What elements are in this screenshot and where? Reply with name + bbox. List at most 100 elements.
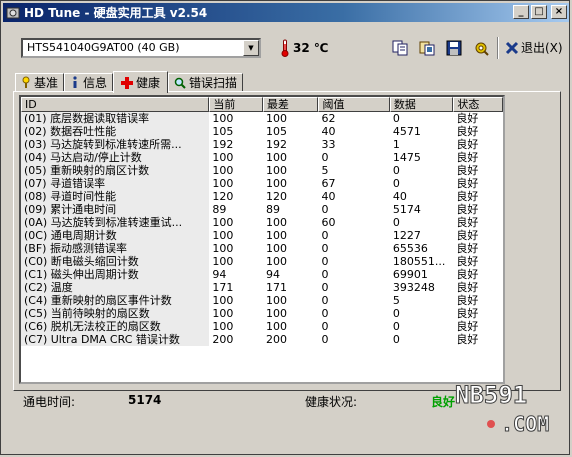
- table-row[interactable]: (07) 寻道错误率 100 100 67 0 良好: [21, 177, 503, 190]
- table-row[interactable]: (09) 累计通电时间 89 89 0 5174 良好: [21, 203, 503, 216]
- health-value: 良好: [431, 395, 456, 409]
- column-header-worst[interactable]: 最差: [262, 97, 319, 112]
- tab-error-scan[interactable]: 错误扫描: [168, 73, 244, 92]
- table-row[interactable]: (04) 马达启动/停止计数 100 100 0 1475 良好: [21, 151, 503, 164]
- cell-current: 100: [212, 229, 234, 242]
- cell-status: 良好: [456, 177, 479, 190]
- table-row[interactable]: (C2) 温度 171 171 0 393248 良好: [21, 281, 503, 294]
- cell-current: 94: [212, 268, 227, 281]
- table-row[interactable]: (C7) Ultra DMA CRC 错误计数 200 200 0 0 良好: [21, 333, 503, 346]
- tab-error-scan-label: 错误扫描: [189, 76, 238, 90]
- cell-worst: 100: [265, 307, 287, 320]
- table-row[interactable]: (05) 重新映射的扇区计数 100 100 5 0 良好: [21, 164, 503, 177]
- exit-label: 退出(X): [521, 41, 563, 55]
- smart-attributes-table[interactable]: ID 当前 最差 阈值 数据 状态 (01) 底层数据读取错误率 100 100 62…: [19, 95, 505, 384]
- info-icon: [73, 76, 77, 88]
- cell-worst: 105: [265, 125, 287, 138]
- cell-worst: 100: [265, 216, 287, 229]
- cell-current: 100: [212, 112, 234, 125]
- chevron-down-icon[interactable]: ▼: [243, 40, 259, 56]
- cell-status: 良好: [456, 125, 479, 138]
- title-bar[interactable]: HD Tune - 硬盘实用工具 v2.54 _ □ ×: [3, 3, 569, 22]
- options-icon[interactable]: [472, 39, 490, 57]
- table-row[interactable]: (0A) 马达旋转到标准转速重试... 100 100 60 0 良好: [21, 216, 503, 229]
- cell-worst: 100: [265, 229, 287, 242]
- cell-current: 100: [212, 255, 234, 268]
- cell-worst: 100: [265, 255, 287, 268]
- minimize-button[interactable]: _: [513, 5, 529, 19]
- hdtune-app-icon: [6, 7, 20, 18]
- watermark-line2: .COM: [501, 412, 549, 436]
- tab-info[interactable]: 信息: [64, 73, 114, 92]
- cell-status: 良好: [456, 203, 479, 216]
- cell-threshold: 0: [321, 255, 329, 268]
- copy-screenshot-icon[interactable]: [418, 39, 436, 57]
- tab-health-label: 健康: [136, 76, 161, 90]
- cell-threshold: 60: [321, 216, 336, 229]
- cell-threshold: 62: [321, 112, 336, 125]
- table-row[interactable]: (01) 底层数据读取错误率 100 100 62 0 良好: [21, 112, 503, 125]
- cell-threshold: 5: [321, 164, 329, 177]
- table-row[interactable]: (BF) 振动感测错误率 100 100 0 65536 良好: [21, 242, 503, 255]
- table-row[interactable]: (C0) 断电磁头缩回计数 100 100 0 180551... 良好: [21, 255, 503, 268]
- temperature-value: 32 ℃: [293, 41, 329, 55]
- watermark-dot: [487, 420, 495, 428]
- column-header-current[interactable]: 当前: [209, 97, 263, 112]
- cell-id: (02) 数据吞吐性能: [21, 125, 210, 138]
- cell-threshold: 0: [321, 268, 329, 281]
- cell-worst: 100: [265, 242, 287, 255]
- cell-current: 100: [212, 307, 234, 320]
- app-window: HD Tune - 硬盘实用工具 v2.54 _ □ × HTS541040G9…: [0, 0, 570, 455]
- cell-id: (07) 寻道错误率: [21, 177, 210, 190]
- cell-status: 良好: [456, 216, 479, 229]
- cell-data: 5: [392, 294, 400, 307]
- temperature-display: 32 ℃: [281, 39, 328, 57]
- cell-worst: 100: [265, 151, 287, 164]
- exit-button[interactable]: 退出(X): [505, 39, 563, 56]
- close-button[interactable]: ×: [551, 5, 567, 19]
- cell-id: (01) 底层数据读取错误率: [21, 112, 210, 125]
- column-header-status[interactable]: 状态: [453, 97, 503, 112]
- maximize-button[interactable]: □: [531, 5, 547, 19]
- cell-data: 40: [392, 190, 407, 203]
- cell-threshold: 40: [321, 125, 336, 138]
- cell-current: 100: [212, 320, 234, 333]
- table-row[interactable]: (C4) 重新映射的扇区事件计数 100 100 0 5 良好: [21, 294, 503, 307]
- drive-select[interactable]: HTS541040G9AT00 (40 GB) ▼: [21, 38, 261, 58]
- column-header-id[interactable]: ID: [21, 97, 210, 112]
- cell-id: (04) 马达启动/停止计数: [21, 151, 210, 164]
- table-row[interactable]: (C1) 磁头伸出周期计数 94 94 0 69901 良好: [21, 268, 503, 281]
- cell-status: 良好: [456, 281, 479, 294]
- cell-current: 100: [212, 242, 234, 255]
- cell-threshold: 0: [321, 151, 329, 164]
- cell-id: (C5) 当前待映射的扇区数: [21, 307, 210, 320]
- cell-data: 180551...: [392, 255, 446, 268]
- tab-benchmark[interactable]: 基准: [15, 73, 65, 92]
- cell-data: 1: [392, 138, 400, 151]
- table-row[interactable]: (03) 马达旋转到标准转速所需... 192 192 33 1 良好: [21, 138, 503, 151]
- table-row[interactable]: (C5) 当前待映射的扇区数 100 100 0 0 良好: [21, 307, 503, 320]
- tab-health[interactable]: 健康: [113, 71, 169, 93]
- save-icon[interactable]: [445, 39, 463, 57]
- table-row[interactable]: (0C) 通电周期计数 100 100 0 1227 良好: [21, 229, 503, 242]
- cell-data: 0: [392, 177, 400, 190]
- cell-status: 良好: [456, 320, 479, 333]
- table-row[interactable]: (C6) 脱机无法校正的扇区数 100 100 0 0 良好: [21, 320, 503, 333]
- power-on-value: 5174: [128, 393, 162, 407]
- cell-data: 393248: [392, 281, 435, 294]
- column-header-data[interactable]: 数据: [389, 97, 454, 112]
- cell-worst: 100: [265, 177, 287, 190]
- table-row[interactable]: (02) 数据吞吐性能 105 105 40 4571 良好: [21, 125, 503, 138]
- table-row[interactable]: (08) 寻道时间性能 120 120 40 40 良好: [21, 190, 503, 203]
- copy-text-icon[interactable]: [391, 39, 409, 57]
- cell-id: (0A) 马达旋转到标准转速重试...: [21, 216, 210, 229]
- thermometer-icon: [281, 39, 289, 57]
- column-header-threshold[interactable]: 阈值: [318, 97, 390, 112]
- cell-worst: 100: [265, 112, 287, 125]
- cell-current: 100: [212, 216, 234, 229]
- cell-threshold: 0: [321, 281, 329, 294]
- cell-data: 69901: [392, 268, 428, 281]
- cell-data: 0: [392, 112, 400, 125]
- cell-data: 0: [392, 216, 400, 229]
- cell-id: (C6) 脱机无法校正的扇区数: [21, 320, 210, 333]
